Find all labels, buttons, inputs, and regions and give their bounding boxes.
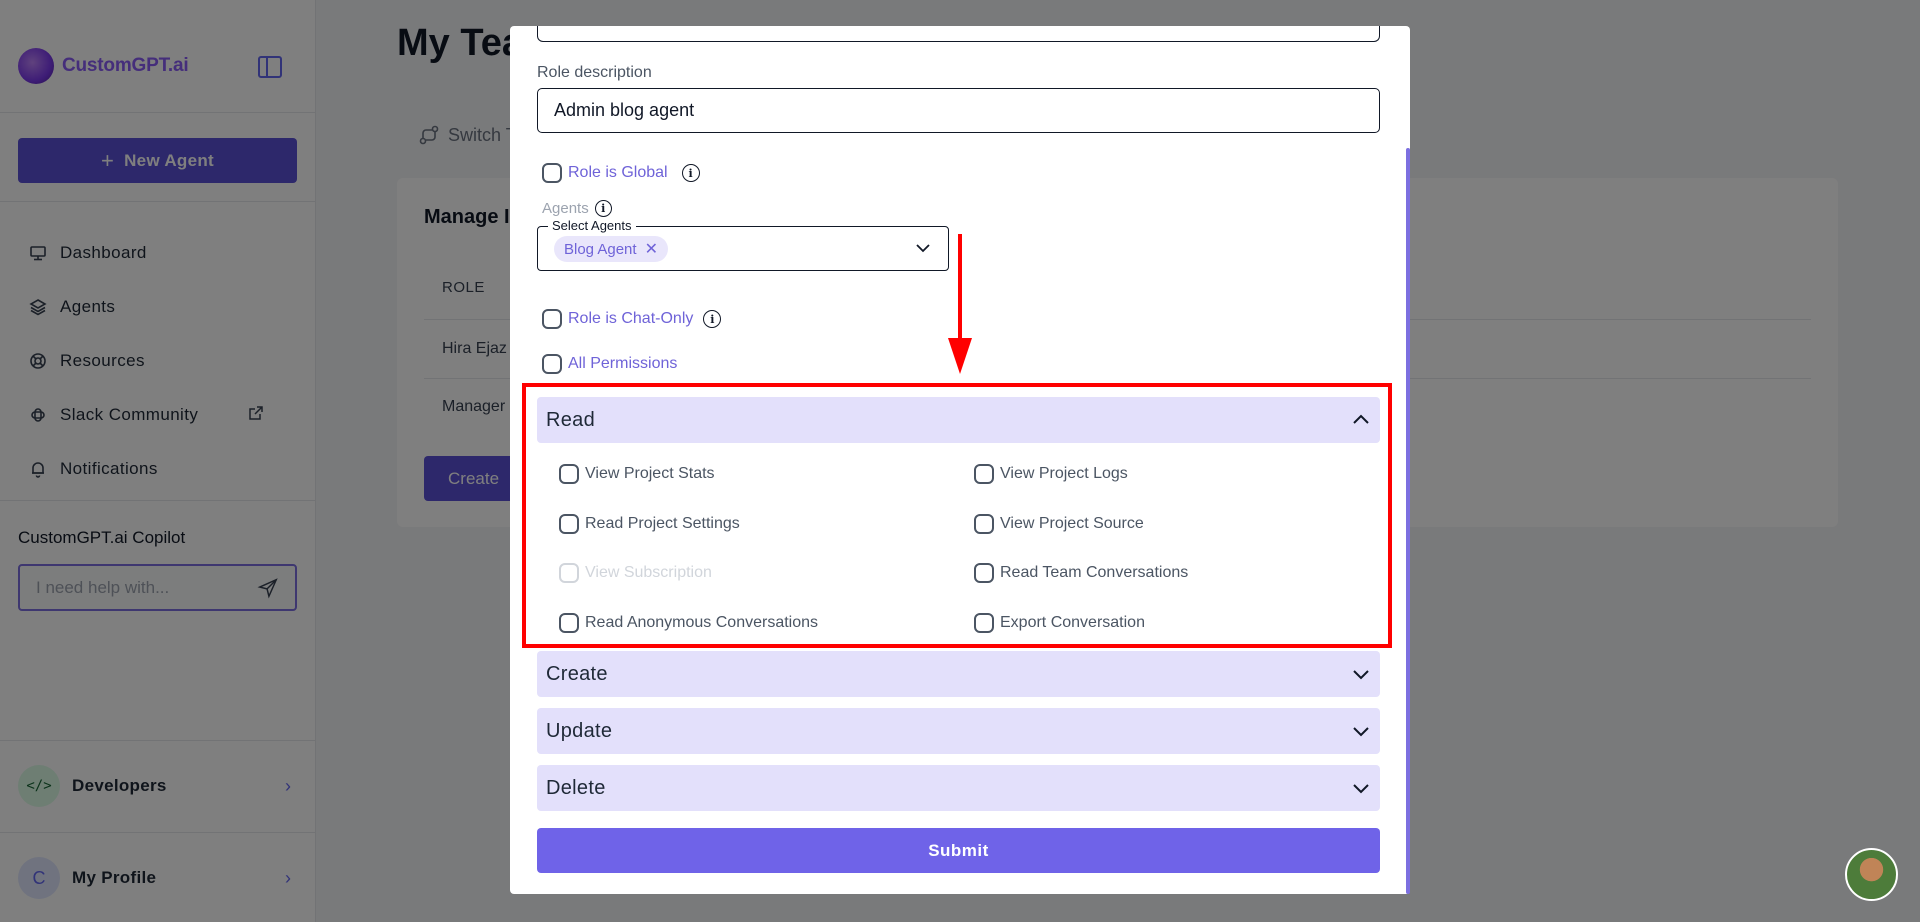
agent-chip: Blog Agent ✕ bbox=[554, 236, 668, 262]
chat-only-checkbox[interactable] bbox=[542, 309, 562, 329]
select-agents-dropdown[interactable]: Select Agents Blog Agent ✕ bbox=[537, 218, 949, 271]
role-global-option[interactable]: Role is Global i bbox=[542, 163, 700, 183]
chat-only-label: Role is Chat-Only bbox=[568, 310, 694, 327]
submit-button[interactable]: Submit bbox=[537, 828, 1380, 873]
annotation-highlight-box bbox=[522, 383, 1392, 648]
chevron-down-icon bbox=[1353, 670, 1369, 680]
annotation-arrow-icon bbox=[948, 234, 972, 374]
role-global-checkbox[interactable] bbox=[542, 163, 562, 183]
info-icon[interactable]: i bbox=[594, 200, 612, 217]
all-permissions-label: All Permissions bbox=[568, 355, 678, 372]
modal-scrollbar[interactable] bbox=[1406, 148, 1410, 894]
all-permissions-checkbox[interactable] bbox=[542, 354, 562, 374]
agents-label-text: Agents bbox=[542, 200, 589, 217]
create-section-header[interactable]: Create bbox=[537, 651, 1380, 697]
all-permissions-option[interactable]: All Permissions bbox=[542, 354, 677, 374]
chat-only-option[interactable]: Role is Chat-Only i bbox=[542, 309, 722, 329]
chevron-down-icon bbox=[1353, 727, 1369, 737]
role-global-label: Role is Global bbox=[568, 164, 668, 181]
section-title: Update bbox=[546, 719, 613, 742]
role-name-input[interactable] bbox=[537, 26, 1380, 42]
chevron-down-icon bbox=[1353, 784, 1369, 794]
role-description-label: Role description bbox=[537, 64, 652, 81]
select-agents-label: Select Agents bbox=[548, 218, 636, 233]
update-section-header[interactable]: Update bbox=[537, 708, 1380, 754]
support-avatar[interactable] bbox=[1845, 848, 1898, 901]
section-title: Create bbox=[546, 662, 608, 685]
role-description-input[interactable] bbox=[537, 88, 1380, 133]
section-title: Delete bbox=[546, 776, 606, 799]
agents-label: Agents i bbox=[542, 200, 612, 217]
chevron-down-icon[interactable] bbox=[914, 239, 932, 257]
delete-section-header[interactable]: Delete bbox=[537, 765, 1380, 811]
agent-chip-label: Blog Agent bbox=[564, 240, 637, 258]
info-icon[interactable]: i bbox=[703, 310, 722, 328]
info-icon[interactable]: i bbox=[681, 164, 700, 182]
close-icon[interactable]: ✕ bbox=[645, 239, 658, 259]
